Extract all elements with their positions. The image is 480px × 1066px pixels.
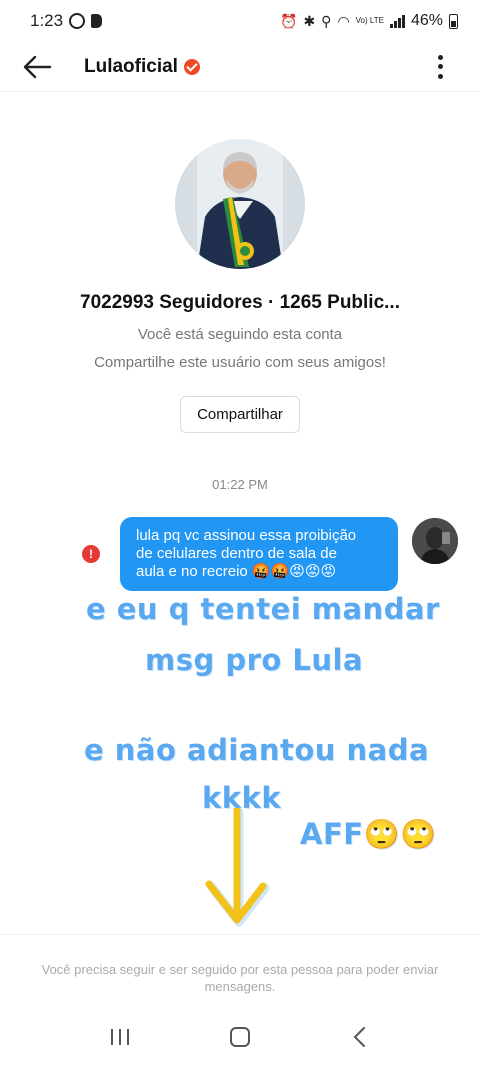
messaging-restriction-notice: Você precisa seguir e ser seguido por es… bbox=[41, 962, 439, 994]
notification-app-icon bbox=[91, 14, 103, 28]
title-wrap[interactable]: Lulaoficial bbox=[84, 56, 200, 78]
overlay-caption: AFF🙄🙄 bbox=[300, 817, 437, 851]
message-line: aula e no recreio 🤬🤬😡😡😡 bbox=[136, 563, 337, 580]
status-bar: 1:23 ⏰ ✱ ⚲ ◠ Vo) LTE 46% bbox=[0, 0, 480, 42]
recents-icon bbox=[111, 1029, 129, 1045]
status-left: 1:23 bbox=[30, 11, 103, 31]
message-bubble[interactable]: lula pq vc assinou essa proibição de cel… bbox=[120, 517, 398, 591]
system-nav-bar bbox=[0, 1008, 480, 1066]
battery-percent: 46% bbox=[410, 12, 443, 29]
footer-divider bbox=[0, 934, 480, 935]
whatsapp-icon bbox=[69, 13, 86, 29]
wifi-icon: ◠ bbox=[337, 13, 350, 29]
back-button[interactable] bbox=[20, 47, 60, 87]
chevron-left-icon bbox=[353, 1027, 365, 1047]
alarm-icon: ⏰ bbox=[280, 13, 298, 29]
home-icon bbox=[230, 1027, 250, 1047]
chat-header: Lulaoficial bbox=[0, 42, 480, 92]
recent-apps-button[interactable] bbox=[90, 1017, 150, 1057]
overlay-caption: e eu q tentei mandar bbox=[86, 592, 440, 626]
verified-badge-icon bbox=[183, 58, 200, 75]
bluetooth-icon: ✱ bbox=[303, 13, 316, 29]
status-time: 1:23 bbox=[30, 11, 64, 30]
dot-icon bbox=[437, 73, 443, 79]
arrow-down-icon bbox=[205, 808, 270, 927]
message-line: lula pq vc assinou essa proibição bbox=[136, 527, 357, 544]
share-prompt: Compartilhe este usuário com seus amigos… bbox=[94, 354, 386, 371]
overlay-caption: msg pro Lula bbox=[145, 643, 364, 677]
message-timestamp: 01:22 PM bbox=[212, 477, 268, 492]
nav-back-button[interactable] bbox=[330, 1017, 390, 1057]
profile-photo bbox=[175, 139, 305, 269]
status-right: ⏰ ✱ ⚲ ◠ Vo) LTE 46% bbox=[280, 12, 458, 30]
profile-stats: 7022993 Seguidores · 1265 Public... bbox=[80, 292, 400, 313]
message-line: de celulares dentro de sala de bbox=[136, 545, 337, 562]
share-button[interactable]: Compartilhar bbox=[180, 396, 300, 433]
sender-photo bbox=[412, 518, 458, 564]
dot-icon bbox=[437, 54, 443, 60]
following-status: Você está seguindo esta conta bbox=[137, 326, 343, 343]
home-button[interactable] bbox=[210, 1017, 270, 1057]
lte-label: Vo) LTE bbox=[355, 16, 384, 25]
page-title[interactable]: Lulaoficial bbox=[84, 56, 178, 78]
more-options-button[interactable] bbox=[430, 51, 450, 83]
sender-avatar[interactable] bbox=[412, 518, 458, 564]
location-icon: ⚲ bbox=[321, 13, 332, 29]
overlay-caption: e não adiantou nada bbox=[84, 733, 430, 767]
battery-icon bbox=[449, 13, 458, 29]
signal-icon bbox=[389, 14, 405, 28]
send-error-icon[interactable]: ! bbox=[82, 545, 100, 563]
arrow-left-icon bbox=[23, 55, 52, 78]
dot-icon bbox=[437, 64, 443, 69]
profile-avatar[interactable] bbox=[175, 139, 305, 269]
